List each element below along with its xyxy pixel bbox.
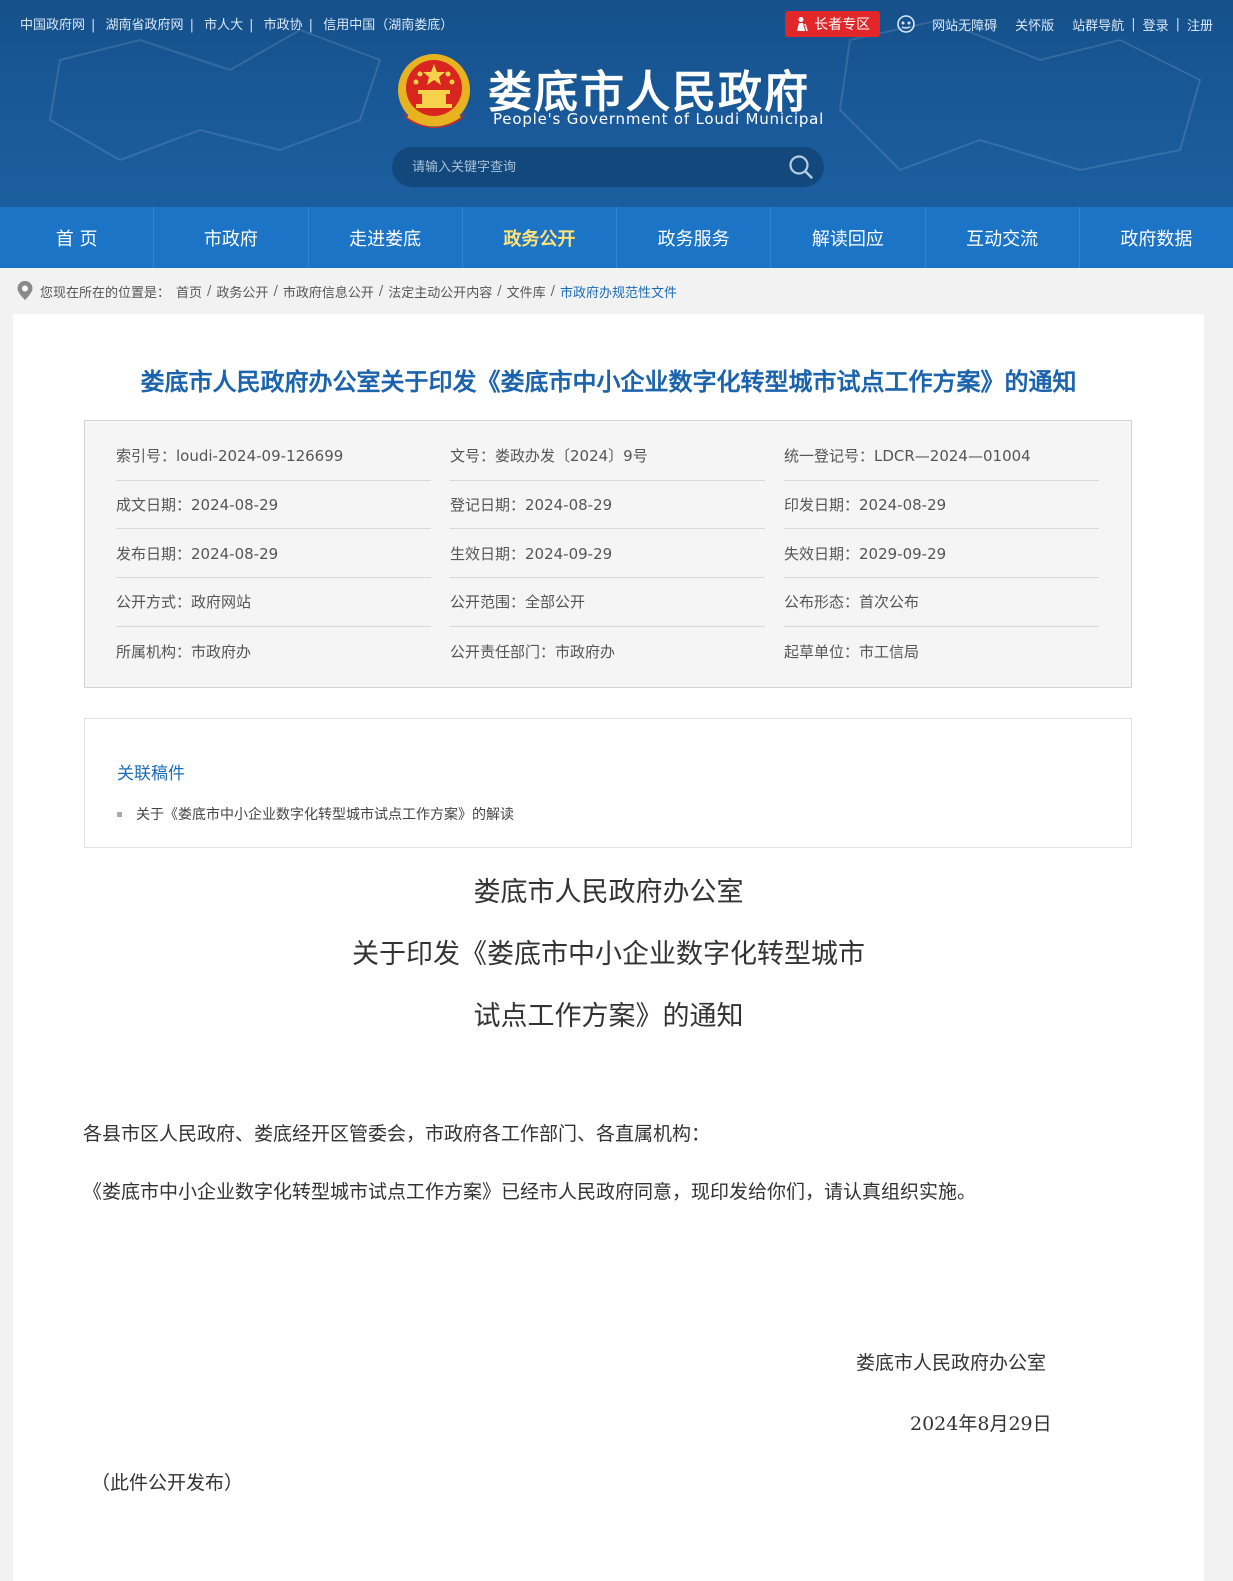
meta-disclosure-method: 公开方式：政府网站 bbox=[116, 578, 431, 627]
content-panel: 娄底市人民政府办公室关于印发《娄底市中小企业数字化转型城市试点工作方案》的通知 … bbox=[13, 314, 1204, 1581]
body-date: 2024年8月29日 bbox=[910, 1413, 1052, 1435]
site-subtitle: People's Government of Loudi Municipal bbox=[493, 110, 825, 128]
nav-home[interactable]: 首 页 bbox=[0, 207, 155, 268]
search-icon bbox=[789, 155, 813, 179]
breadcrumb-item[interactable]: 法定主动公开内容 bbox=[388, 282, 492, 301]
body-signature: 娄底市人民政府办公室 bbox=[856, 1352, 1047, 1374]
nav-city-government[interactable]: 市政府 bbox=[154, 207, 309, 268]
meta-affiliated-agency: 所属机构：市政府办 bbox=[116, 642, 252, 661]
top-link[interactable]: 湖南省政府网 bbox=[106, 18, 184, 33]
top-link[interactable]: 市人大 bbox=[204, 18, 243, 33]
body-heading-line: 娄底市人民政府办公室 bbox=[473, 877, 744, 908]
nav-government-services[interactable]: 政务服务 bbox=[617, 207, 772, 268]
related-documents: 关联稿件 关于《娄底市中小企业数字化转型城市试点工作方案》的解读 bbox=[84, 718, 1132, 848]
site-header: 中国政府网 | 湖南省政府网 | 市人大 | 市政协 | 信用中国（湖南娄底） 长者专区… bbox=[0, 0, 1233, 207]
location-pin-icon bbox=[17, 281, 33, 300]
elder-zone-label: 长者专区 bbox=[814, 17, 871, 33]
top-link[interactable]: 信用中国（湖南娄底） bbox=[323, 18, 453, 33]
search-button[interactable] bbox=[778, 147, 824, 187]
breadcrumb-label: 您现在所在的位置是： bbox=[40, 285, 171, 301]
breadcrumb-item[interactable]: 市政府信息公开 bbox=[283, 282, 374, 301]
login-link[interactable]: 登录 bbox=[1143, 15, 1169, 34]
main-nav: 首 页 市政府 走进娄底 政务公开 政务服务 解读回应 互动交流 政府数据 bbox=[0, 207, 1233, 268]
meta-document-number: 文号：娄政办发〔2024〕9号 bbox=[450, 432, 765, 481]
top-links: 中国政府网 | 湖南省政府网 | 市人大 | 市政协 | 信用中国（湖南娄底） bbox=[20, 18, 454, 33]
accessibility-icon[interactable] bbox=[896, 15, 916, 33]
document-metadata-table: 索引号：loudi-2024-09-126699 文号：娄政办发〔2024〕9号… bbox=[84, 420, 1132, 688]
site-group-nav-link[interactable]: 站群导航 bbox=[1072, 15, 1124, 34]
meta-registration-number: 统一登记号：LDCR—2024—01004 bbox=[784, 432, 1099, 481]
body-heading-line: 关于印发《娄底市中小企业数字化转型城市 bbox=[352, 939, 865, 970]
national-emblem-icon bbox=[398, 54, 470, 128]
meta-expiry-date: 失效日期：2029-09-29 bbox=[784, 529, 1099, 579]
nav-government-affairs-open[interactable]: 政务公开 bbox=[463, 207, 617, 268]
register-link[interactable]: 注册 bbox=[1187, 15, 1213, 34]
related-document-link[interactable]: 关于《娄底市中小企业数字化转型城市试点工作方案》的解读 bbox=[117, 804, 514, 824]
meta-published-date: 发布日期：2024-08-29 bbox=[116, 529, 431, 579]
accessibility-link[interactable]: 网站无障碍 bbox=[932, 15, 997, 34]
top-link[interactable]: 市政协 bbox=[264, 18, 303, 33]
related-document-label: 关于《娄底市中小企业数字化转型城市试点工作方案》的解读 bbox=[136, 807, 514, 823]
body-note: （此件公开发布） bbox=[91, 1472, 244, 1494]
meta-publication-form: 公布形态：首次公布 bbox=[784, 578, 1099, 627]
body-salutation: 各县市区人民政府、娄底经开区管委会，市政府各工作部门、各直属机构： bbox=[83, 1123, 711, 1145]
nav-government-data[interactable]: 政府数据 bbox=[1080, 207, 1233, 268]
elder-person-icon bbox=[797, 17, 808, 32]
search-input[interactable] bbox=[392, 159, 778, 175]
bullet-icon bbox=[117, 811, 122, 817]
meta-responsible-department: 公开责任部门：市政府办 bbox=[450, 642, 616, 661]
breadcrumb-current[interactable]: 市政府办规范性文件 bbox=[560, 282, 677, 301]
top-link[interactable]: 中国政府网 bbox=[20, 18, 85, 33]
body-heading-line: 试点工作方案》的通知 bbox=[473, 1001, 744, 1032]
related-documents-title: 关联稿件 bbox=[117, 764, 185, 784]
meta-written-date: 成文日期：2024-08-29 bbox=[116, 481, 431, 530]
breadcrumb: 您现在所在的位置是： 首页 / 政务公开 / 市政府信息公开 / 法定主动公开内容 / … bbox=[16, 279, 677, 303]
breadcrumb-item[interactable]: 文件库 bbox=[507, 282, 546, 301]
search-bar bbox=[392, 147, 824, 187]
nav-about-loudi[interactable]: 走进娄底 bbox=[309, 207, 463, 268]
elder-zone-button[interactable]: 长者专区 bbox=[785, 11, 881, 37]
top-right-tools: 长者专区 网站无障碍 关怀版 站群导航 | 登录 | 注册 bbox=[785, 11, 1213, 37]
body-paragraph: 《娄底市中小企业数字化转型城市试点工作方案》已经市人民政府同意，现印发给你们，请… bbox=[83, 1181, 977, 1203]
meta-effective-date: 生效日期：2024-09-29 bbox=[450, 529, 765, 579]
meta-index-number: 索引号：loudi-2024-09-126699 bbox=[116, 432, 431, 481]
nav-interaction[interactable]: 互动交流 bbox=[926, 207, 1080, 268]
meta-issued-date: 印发日期：2024-08-29 bbox=[784, 481, 1099, 530]
document-title: 娄底市人民政府办公室关于印发《娄底市中小企业数字化转型城市试点工作方案》的通知 bbox=[140, 368, 1077, 396]
care-version-link[interactable]: 关怀版 bbox=[1015, 15, 1054, 34]
meta-disclosure-scope: 公开范围：全部公开 bbox=[450, 578, 765, 627]
meta-drafting-unit: 起草单位：市工信局 bbox=[784, 642, 920, 661]
breadcrumb-item[interactable]: 政务公开 bbox=[216, 282, 268, 301]
nav-interpretation-response[interactable]: 解读回应 bbox=[771, 207, 926, 268]
breadcrumb-item[interactable]: 首页 bbox=[176, 282, 202, 301]
meta-registered-date: 登记日期：2024-08-29 bbox=[450, 481, 765, 530]
